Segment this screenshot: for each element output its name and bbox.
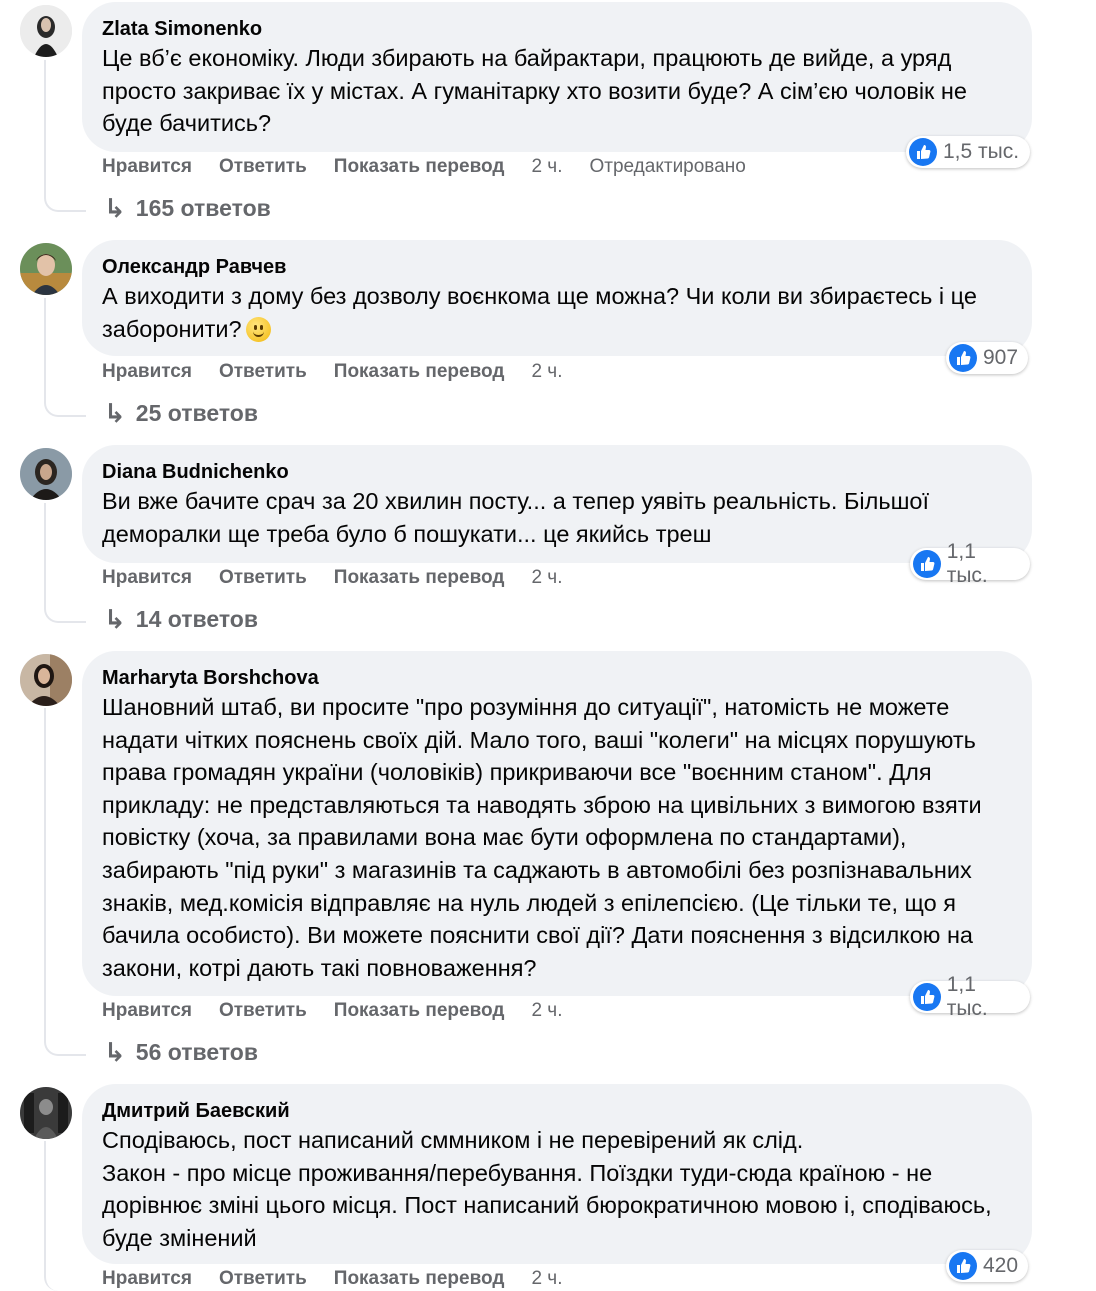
comment-actions: Нравится Ответить Показать перевод 2 ч. [102,1268,589,1290]
comment-author[interactable]: Diana Budnichenko [102,459,1010,485]
avatar[interactable] [20,448,72,500]
like-button[interactable]: Нравится [102,156,192,178]
comment-time[interactable]: 2 ч. [531,1268,562,1290]
replies-count: 14 ответов [135,606,258,632]
avatar[interactable] [20,1087,72,1139]
comment-time[interactable]: 2 ч. [531,156,562,178]
replies-count: 165 ответов [135,195,271,221]
comment-bubble: Zlata Simonenko Це вб’є економіку. Люди … [82,2,1032,152]
reply-arrow-icon: ↳ [104,604,126,634]
reaction-count-text: 1,1 тыс. [946,540,988,587]
reaction-count-text: 420 [983,1254,1019,1277]
reply-arrow-icon: ↳ [104,193,126,223]
avatar[interactable] [20,5,72,57]
thread-line [44,708,86,1056]
thread-line [44,1141,86,1291]
comment-time[interactable]: 2 ч. [531,1000,562,1022]
comment-text: Це вб’є економіку. Люди збирають на байр… [102,45,967,137]
comment-author[interactable]: Олександр Равчев [102,254,1010,280]
comment-actions: Нравится Ответить Показать перевод 2 ч. … [102,156,746,178]
comment-author[interactable]: Marharyta Borshchova [102,665,1010,691]
comment-actions: Нравится Ответить Показать перевод 2 ч. [102,1000,589,1022]
like-icon [909,138,937,166]
reply-arrow-icon: ↳ [104,1037,126,1067]
thread-line [44,298,86,417]
like-button[interactable]: Нравится [102,1000,192,1022]
reply-button[interactable]: Ответить [219,361,307,383]
reply-button[interactable]: Ответить [219,156,307,178]
reaction-count-text: 1,1 тыс. [946,973,988,1020]
translate-button[interactable]: Показать перевод [334,1268,505,1290]
comment-author[interactable]: Дмитрий Баевский [102,1098,1010,1124]
replies-count: 25 ответов [135,400,258,426]
comment-author[interactable]: Zlata Simonenko [102,16,1010,42]
comment-bubble: Дмитрий Баевский Сподіваюсь, пост написа… [82,1084,1032,1264]
reply-button[interactable]: Ответить [219,1268,307,1290]
reply-arrow-icon: ↳ [104,398,126,428]
view-replies-button[interactable]: ↳ 165 ответов [104,193,271,224]
comment-bubble: Marharyta Borshchova Шановний штаб, ви п… [82,651,1032,996]
comment-text: Ви вже бачите срач за 20 хвилин посту...… [102,488,930,547]
comment-text: Шановний штаб, ви просите "про розуміння… [102,694,982,981]
reaction-count[interactable]: 1,5 тыс. [906,136,1030,168]
reaction-count[interactable]: 1,1 тыс. [910,540,1030,587]
view-replies-button[interactable]: ↳ 25 ответов [104,398,258,429]
like-icon [949,1252,977,1280]
like-button[interactable]: Нравится [102,567,192,589]
translate-button[interactable]: Показать перевод [334,361,505,383]
avatar[interactable] [20,243,72,295]
reply-button[interactable]: Ответить [219,567,307,589]
comment-actions: Нравится Ответить Показать перевод 2 ч. [102,361,589,383]
translate-button[interactable]: Показать перевод [334,1000,505,1022]
avatar[interactable] [20,654,72,706]
reaction-count[interactable]: 907 [946,342,1028,374]
view-replies-button[interactable]: ↳ 56 ответов [104,1037,258,1068]
like-button[interactable]: Нравится [102,361,192,383]
translate-button[interactable]: Показать перевод [334,156,505,178]
like-icon [913,550,941,578]
comment-time[interactable]: 2 ч. [531,361,562,383]
comment-text-content: А виходити з дому без дозволу воєнкома щ… [102,283,977,342]
comment-text: Сподіваюсь, пост написаний сммником і не… [102,1127,992,1251]
view-replies-button[interactable]: ↳ 14 ответов [104,604,258,635]
like-button[interactable]: Нравится [102,1268,192,1290]
replies-count: 56 ответов [135,1039,258,1065]
reply-button[interactable]: Ответить [219,1000,307,1022]
comment-bubble: Олександр Равчев А виходити з дому без д… [82,240,1032,356]
thread-line [44,60,86,212]
comment-time[interactable]: 2 ч. [531,567,562,589]
thread-line [44,503,86,623]
reaction-count-text: 1,5 тыс. [943,140,1020,163]
comment-bubble: Diana Budnichenko Ви вже бачите срач за … [82,445,1032,563]
like-icon [949,344,977,372]
slightly-smiling-face-emoji [245,316,271,342]
edited-label[interactable]: Отредактировано [589,156,745,178]
translate-button[interactable]: Показать перевод [334,567,505,589]
like-icon [913,983,941,1011]
reaction-count[interactable]: 1,1 тыс. [910,973,1030,1020]
reaction-count-text: 907 [983,346,1019,369]
comment-text: А виходити з дому без дозволу воєнкома щ… [102,280,1010,345]
comment-actions: Нравится Ответить Показать перевод 2 ч. [102,567,589,589]
reaction-count[interactable]: 420 [946,1250,1028,1282]
